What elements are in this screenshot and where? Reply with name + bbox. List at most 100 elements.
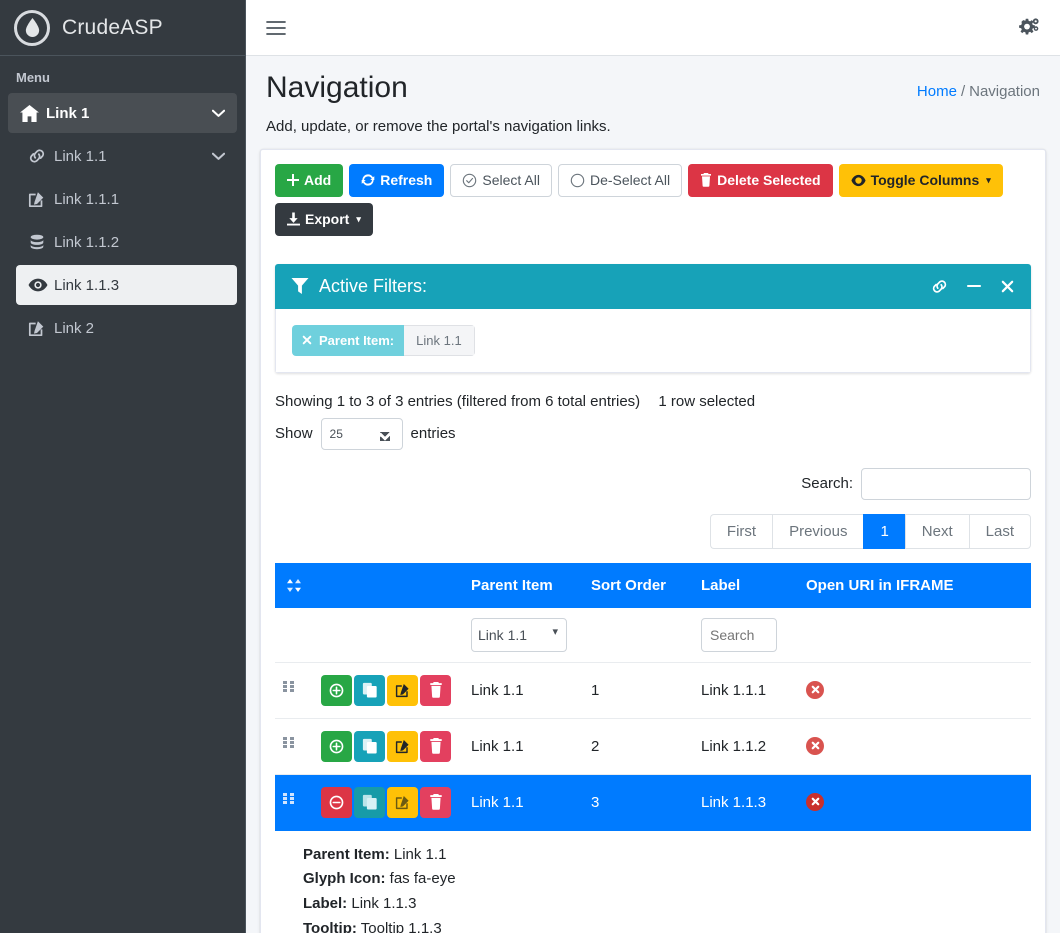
copy-icon[interactable] (354, 786, 385, 818)
cogs-icon[interactable] (1016, 17, 1040, 39)
column-header-parent-item[interactable]: Parent Item (463, 562, 583, 608)
row-detail-panel: Parent Item: Link 1.1 Glyph Icon: fas fa… (275, 831, 1031, 933)
select-all-button[interactable]: Select All (450, 164, 552, 197)
times-icon (302, 335, 312, 345)
row-actions-cell (313, 718, 463, 775)
detail-field-value: Tooltip 1.1.3 (360, 919, 442, 933)
deselect-all-button[interactable]: De-Select All (557, 164, 683, 197)
panel-tools (931, 278, 1015, 295)
action-toolbar: Add Refresh Select All De-Select All Del… (275, 164, 1031, 236)
page-description: Add, update, or remove the portal's navi… (266, 118, 611, 135)
chevron-down-icon[interactable] (212, 152, 225, 161)
plus-circle-icon[interactable] (321, 674, 352, 706)
times-circle-icon (806, 736, 824, 755)
add-button-label: Add (304, 172, 332, 188)
times-icon[interactable] (1000, 279, 1015, 294)
copy-icon[interactable] (354, 730, 385, 762)
active-filter-value: Link 1.1 (404, 324, 475, 356)
sidebar-item-link-1-1[interactable]: Link 1.1 (16, 136, 237, 176)
pagination-page-1[interactable]: 1 (863, 513, 905, 549)
toggle-columns-button[interactable]: Toggle Columns ▾ (838, 164, 1003, 197)
minus-circle-icon[interactable] (321, 786, 352, 818)
deselect-all-button-label: De-Select All (589, 172, 671, 188)
refresh-icon (361, 173, 375, 187)
column-header-sort[interactable] (275, 562, 313, 608)
grip-vertical-icon[interactable] (283, 680, 294, 696)
column-header-label[interactable]: Label (693, 562, 798, 608)
search-label: Search: (801, 475, 853, 493)
row-action-group (321, 730, 455, 762)
table-row[interactable]: Link 1.1 2 Link 1.1.2 (275, 718, 1031, 775)
brand[interactable]: CrudeASP (0, 0, 245, 56)
grip-vertical-icon[interactable] (283, 792, 294, 808)
database-icon (28, 233, 54, 251)
edit-icon[interactable] (387, 730, 418, 762)
sidebar: CrudeASP Menu Link 1 Link 1.1 Link 1.1.1… (0, 0, 246, 933)
column-header-open-uri-in-iframe[interactable]: Open URI in IFRAME (798, 562, 1031, 608)
active-filter-remove[interactable]: Parent Item: (292, 324, 405, 356)
hamburger-icon[interactable] (266, 20, 286, 36)
topbar (246, 0, 1060, 56)
chevron-down-icon[interactable] (212, 109, 225, 118)
datatable-container: Showing 1 to 3 of 3 entries (filtered fr… (261, 387, 1045, 933)
pagination-previous[interactable]: Previous (772, 513, 864, 549)
sidebar-item-link-1[interactable]: Link 1 (8, 93, 237, 133)
detail-field-key: Glyph Icon: (303, 870, 386, 888)
table-head: Parent Item Sort Order Label Open URI in… (275, 562, 1031, 608)
active-filter-key: Parent Item: (319, 332, 395, 348)
sidebar-item-link-1-1-3[interactable]: Link 1.1.3 (16, 265, 237, 305)
plus-icon (287, 174, 299, 187)
datatable-info-line: Showing 1 to 3 of 3 entries (filtered fr… (275, 387, 1031, 410)
table-row-selected[interactable]: Link 1.1 3 Link 1.1.3 (275, 774, 1031, 831)
pagination-next[interactable]: Next (904, 513, 969, 549)
sidebar-nav: Link 1 Link 1.1 Link 1.1.1 Link 1.1.2 Li… (0, 93, 245, 351)
breadcrumb-home-link[interactable]: Home (917, 83, 957, 100)
add-button[interactable]: Add (275, 164, 344, 197)
main-area: Navigation Home / Navigation Add, update, … (246, 0, 1060, 933)
search-input[interactable] (861, 467, 1031, 500)
copy-icon[interactable] (354, 674, 385, 706)
refresh-button[interactable]: Refresh (349, 164, 445, 197)
grip-vertical-icon[interactable] (283, 736, 294, 752)
table-row[interactable]: Link 1.1 1 Link 1.1.1 (275, 662, 1031, 719)
cell-label: Link 1.1.2 (693, 718, 798, 775)
pagination-last[interactable]: Last (968, 513, 1031, 549)
sidebar-item-link-1-1-2[interactable]: Link 1.1.2 (16, 222, 237, 262)
trash-icon[interactable] (420, 786, 451, 818)
cell-open-uri-in-iframe (798, 662, 1031, 719)
delete-selected-button[interactable]: Delete Selected (688, 164, 833, 197)
detail-field: Label: Link 1.1.3 (303, 892, 1017, 917)
label-filter-input[interactable] (701, 617, 777, 652)
page-length-select[interactable]: 25 (320, 417, 403, 450)
parent-item-filter-select[interactable]: Link 1.1 (471, 617, 567, 652)
datatable-info: Showing 1 to 3 of 3 entries (filtered fr… (275, 392, 641, 410)
export-button[interactable]: Export ▾ (275, 202, 373, 236)
minus-icon[interactable] (966, 278, 982, 294)
pagination-first[interactable]: First (709, 513, 773, 549)
show-label: Show (275, 425, 313, 443)
row-actions-cell (313, 774, 463, 831)
column-header-sort-order[interactable]: Sort Order (583, 562, 693, 608)
column-header-actions (313, 562, 463, 608)
plus-circle-icon[interactable] (321, 730, 352, 762)
edit-icon[interactable] (387, 786, 418, 818)
detail-field-key: Label: (303, 895, 348, 913)
trash-icon[interactable] (420, 674, 451, 706)
sidebar-item-link-2[interactable]: Link 2 (16, 308, 237, 348)
row-drag-handle-cell (275, 718, 313, 775)
rows-selected-info: 1 row selected (658, 392, 756, 410)
cell-parent-item: Link 1.1 (463, 774, 583, 831)
sidebar-item-label: Link 1.1.2 (54, 233, 120, 251)
link-icon[interactable] (931, 278, 948, 295)
menu-label: Menu (16, 70, 50, 85)
edit-icon[interactable] (387, 674, 418, 706)
navigation-table: Parent Item Sort Order Label Open URI in… (275, 562, 1031, 831)
link-icon (28, 147, 54, 165)
detail-field-value: Link 1.1.3 (351, 895, 417, 913)
breadcrumb-separator: / (960, 83, 966, 100)
trash-icon[interactable] (420, 730, 451, 762)
sidebar-item-link-1-1-1[interactable]: Link 1.1.1 (16, 179, 237, 219)
detail-field-value: Link 1.1 (393, 845, 447, 863)
breadcrumb: Home / Navigation (917, 83, 1040, 106)
datatable-search-row: Search: (275, 467, 1031, 500)
